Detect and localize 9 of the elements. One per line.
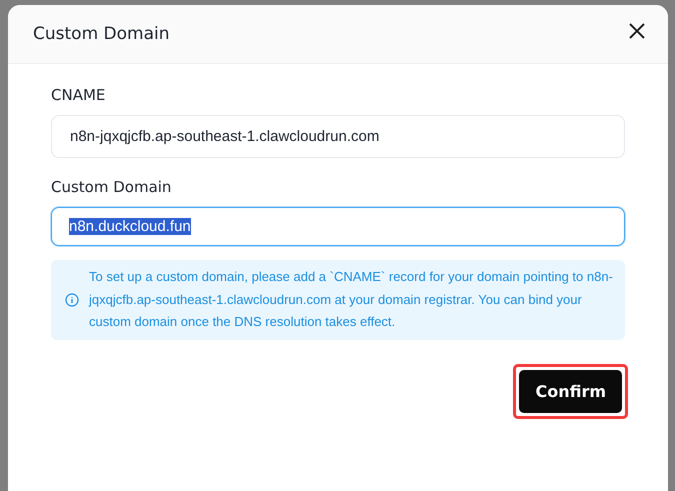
input-field[interactable]: n8n.duckcloud.fun (51, 207, 625, 246)
confirm-button[interactable]: Confirm (519, 370, 622, 412)
field-label: CNAME (51, 86, 106, 104)
dialog-title: Custom Domain (33, 24, 170, 44)
field-label: Custom Domain (51, 178, 172, 196)
info-text: To set up a custom domain, please add a `CNAME` record for your domain pointing to n8n-jqxqjcfb.ap-southeast-1.clawcloudrun.com at your domain registrar. You can bind your custom domain once the DNS resolution takes effect. (89, 268, 613, 331)
input-field[interactable]: n8n-jqxqjcfb.ap-southeast-1.clawcloudrun.com (51, 115, 625, 158)
close-icon[interactable] (628, 22, 646, 40)
info-icon (65, 292, 79, 307)
